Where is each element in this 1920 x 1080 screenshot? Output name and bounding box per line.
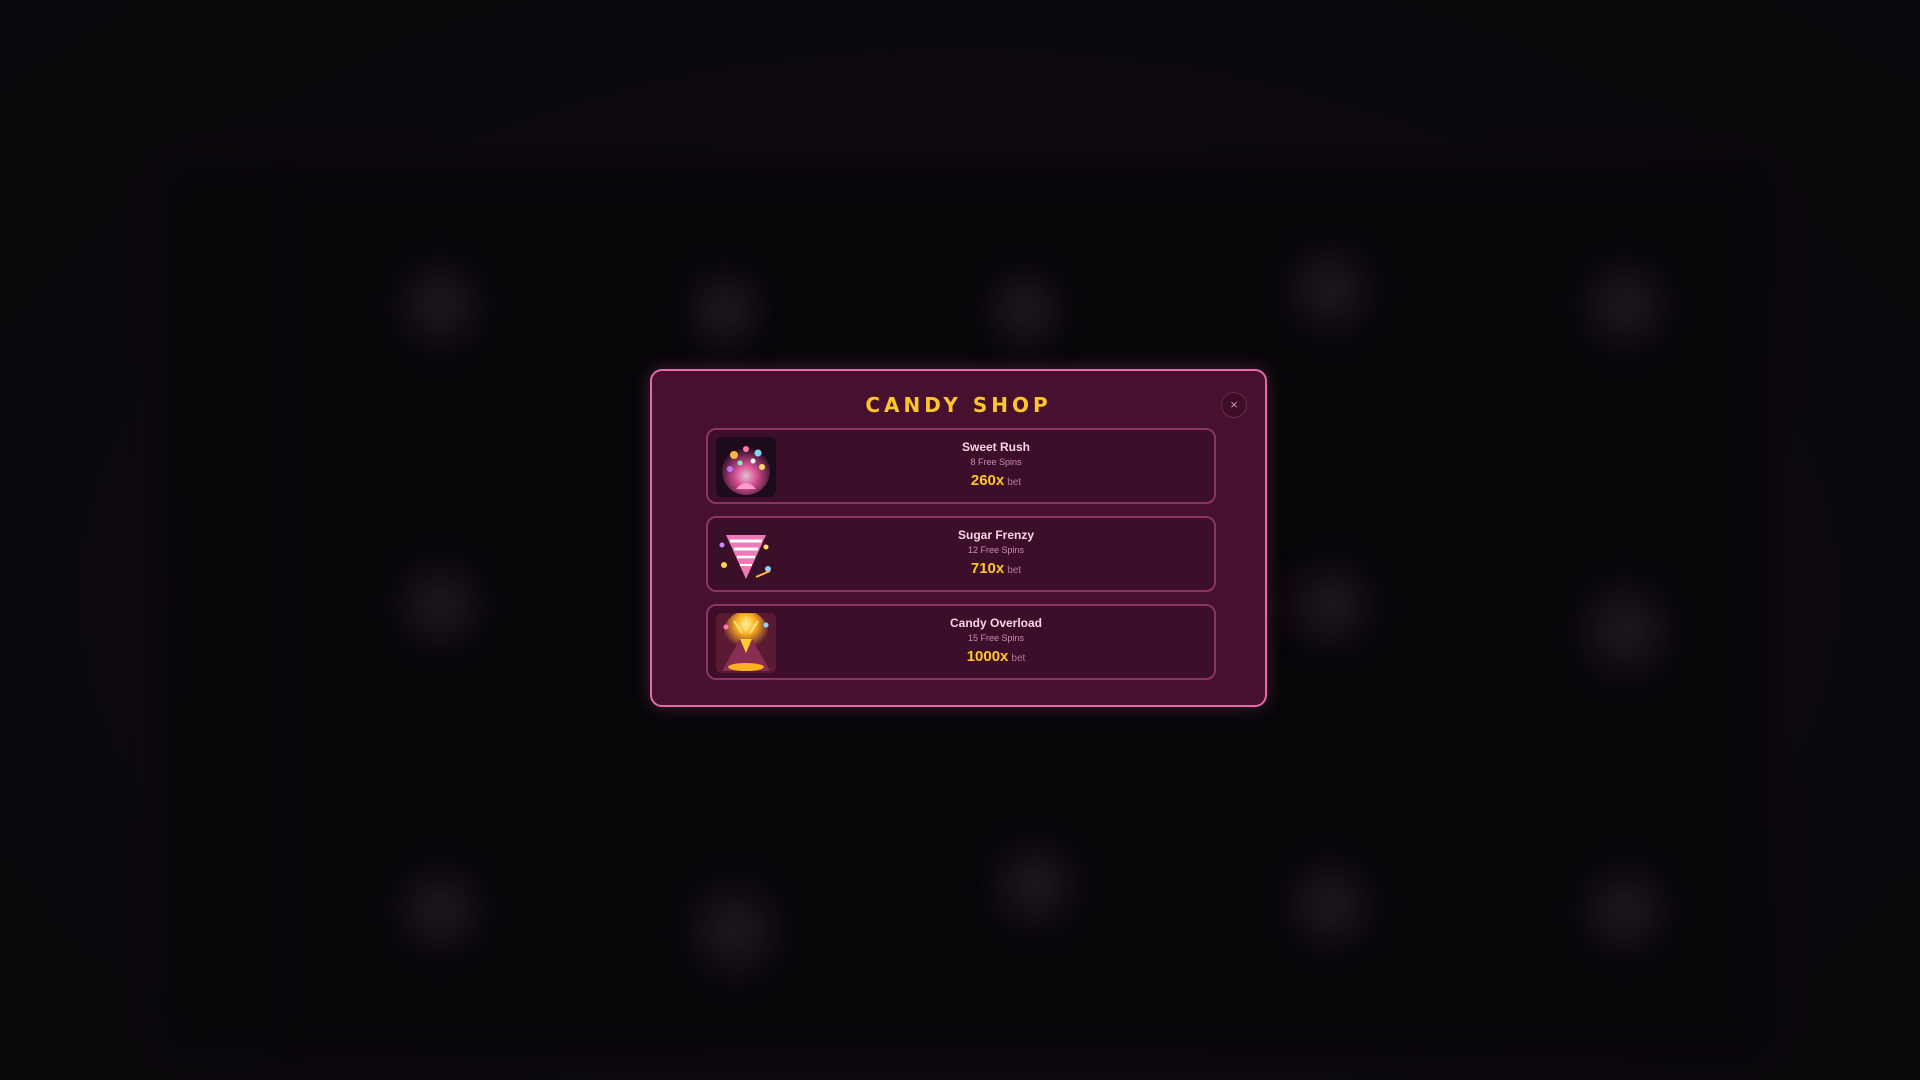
- option-free-spins: 12 Free Spins: [967, 545, 1025, 555]
- close-button[interactable]: ×: [1221, 392, 1247, 418]
- option-price: 1000x bet: [778, 647, 1214, 669]
- candy-volcano-icon: [716, 613, 776, 673]
- shop-option-candy-overload[interactable]: Candy Overload 15 Free Spins 1000x bet: [706, 604, 1216, 680]
- option-name: Sugar Frenzy: [957, 528, 1035, 542]
- option-info: Sugar Frenzy 12 Free Spins 710x bet: [778, 528, 1214, 581]
- option-free-spins: 8 Free Spins: [970, 457, 1022, 467]
- option-free-spins: 15 Free Spins: [967, 633, 1025, 643]
- option-bet-label: bet: [1007, 565, 1022, 576]
- option-name: Candy Overload: [949, 616, 1043, 630]
- shop-option-sugar-frenzy[interactable]: Sugar Frenzy 12 Free Spins 710x bet: [706, 516, 1216, 592]
- candy-burst-icon: [716, 437, 776, 497]
- option-multiplier: 710x: [970, 560, 1005, 577]
- option-multiplier: 1000x: [966, 648, 1009, 665]
- option-price: 710x bet: [778, 559, 1214, 581]
- option-info: Candy Overload 15 Free Spins 1000x bet: [778, 616, 1214, 669]
- option-bet-label: bet: [1007, 477, 1022, 488]
- option-name: Sweet Rush: [961, 440, 1030, 454]
- candy-tornado-icon: [716, 525, 776, 585]
- option-multiplier: 260x: [970, 472, 1005, 489]
- option-info: Sweet Rush 8 Free Spins 260x bet: [778, 440, 1214, 493]
- option-price: 260x bet: [778, 471, 1214, 493]
- option-bet-label: bet: [1011, 653, 1026, 664]
- candy-shop-modal: CANDY SHOP × Sweet Rush 8 Free Spins 260…: [650, 369, 1267, 707]
- shop-option-sweet-rush[interactable]: Sweet Rush 8 Free Spins 260x bet: [706, 428, 1216, 504]
- modal-title: CANDY SHOP: [865, 393, 1052, 417]
